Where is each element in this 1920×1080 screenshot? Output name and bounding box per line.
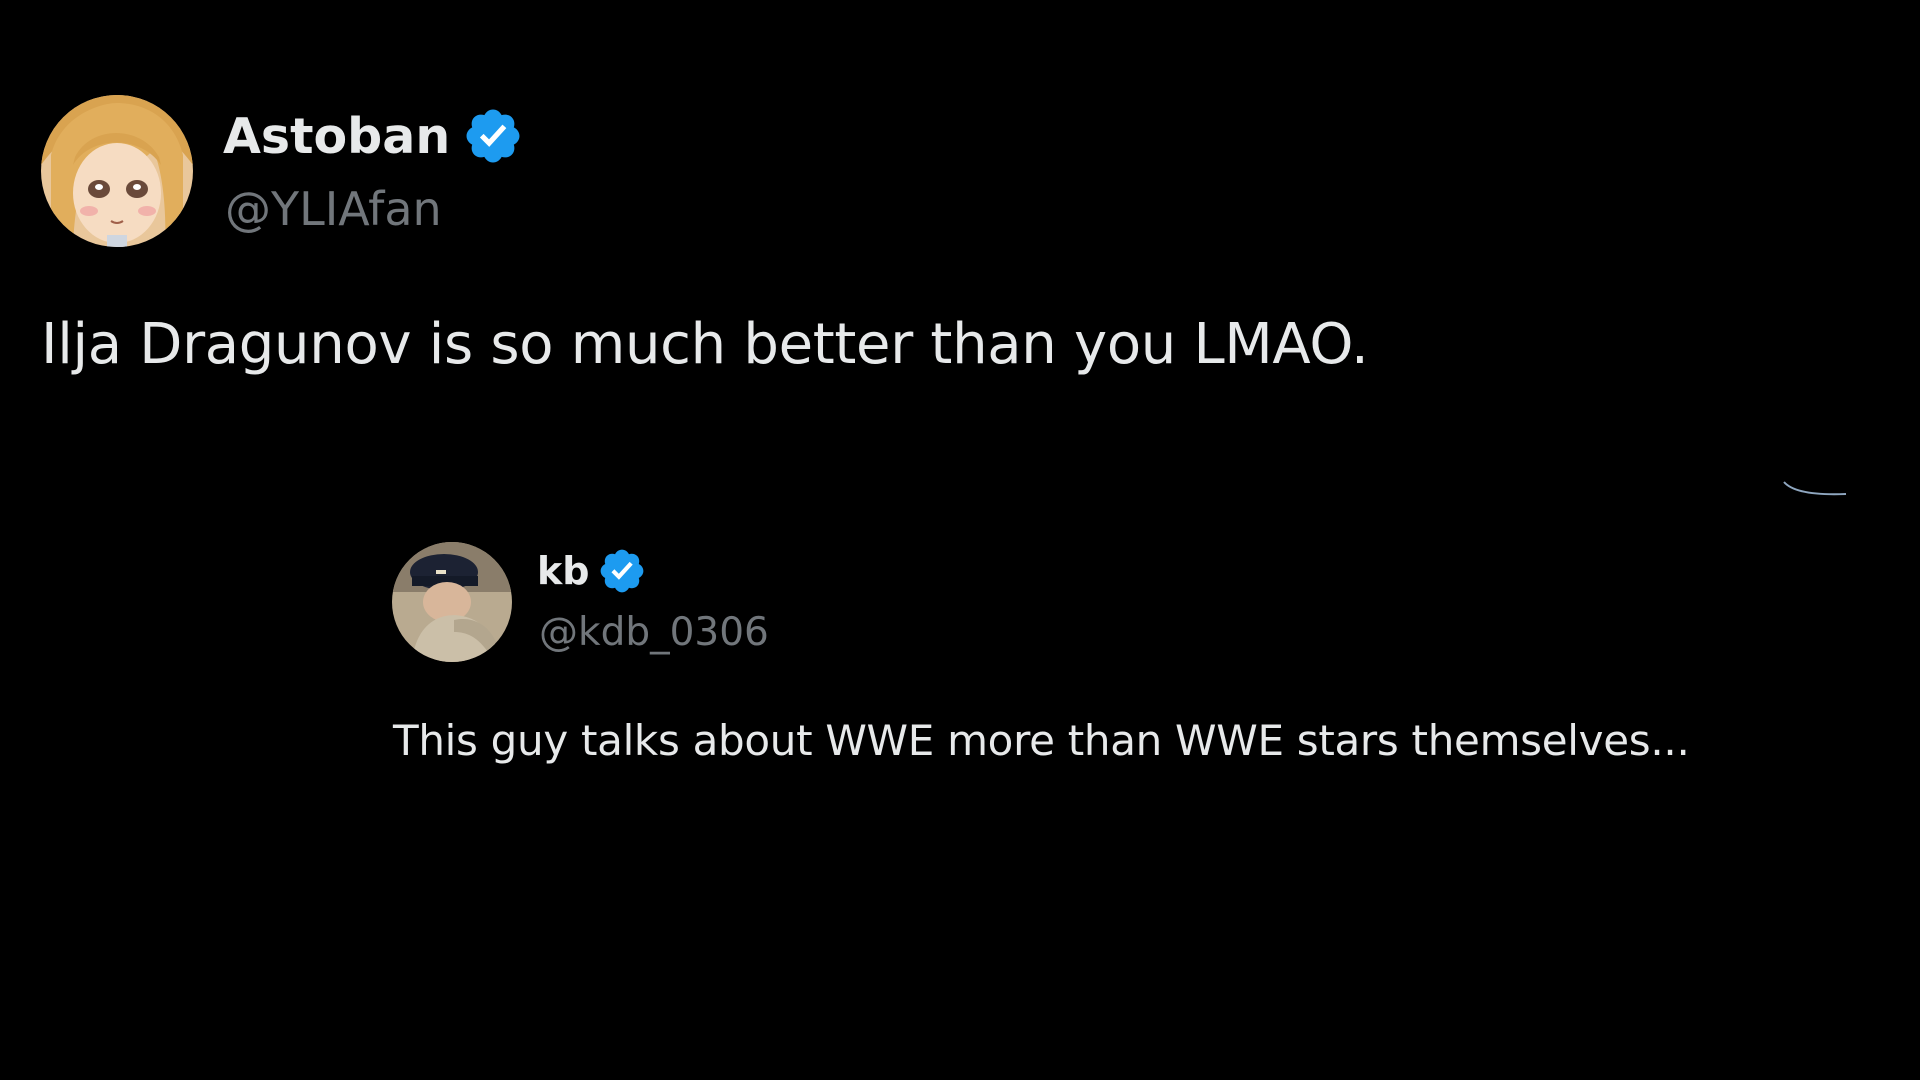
user-avatar[interactable] [392, 542, 512, 662]
display-name[interactable]: kb [537, 544, 647, 598]
display-name-text[interactable]: Astoban [223, 108, 450, 165]
user-avatar[interactable] [41, 95, 193, 247]
display-name-text[interactable]: kb [537, 549, 589, 593]
verified-badge-icon [462, 105, 524, 167]
person-in-cap-avatar-icon [392, 542, 512, 662]
tweet-text: This guy talks about WWE more than WWE s… [393, 716, 1690, 765]
anime-character-avatar-icon [41, 95, 193, 247]
main-tweet[interactable]: Astoban @YLIAfan Ilja Dragunov is so muc… [0, 0, 1920, 420]
quoted-tweet[interactable]: kb @kdb_0306 This guy talks about WWE mo… [0, 420, 1920, 840]
tweet-text: Ilja Dragunov is so much better than you… [41, 312, 1369, 377]
display-name[interactable]: Astoban [223, 100, 524, 172]
verified-badge-icon [597, 546, 647, 596]
user-handle[interactable]: @YLIAfan [225, 182, 442, 236]
user-handle[interactable]: @kdb_0306 [539, 610, 769, 655]
